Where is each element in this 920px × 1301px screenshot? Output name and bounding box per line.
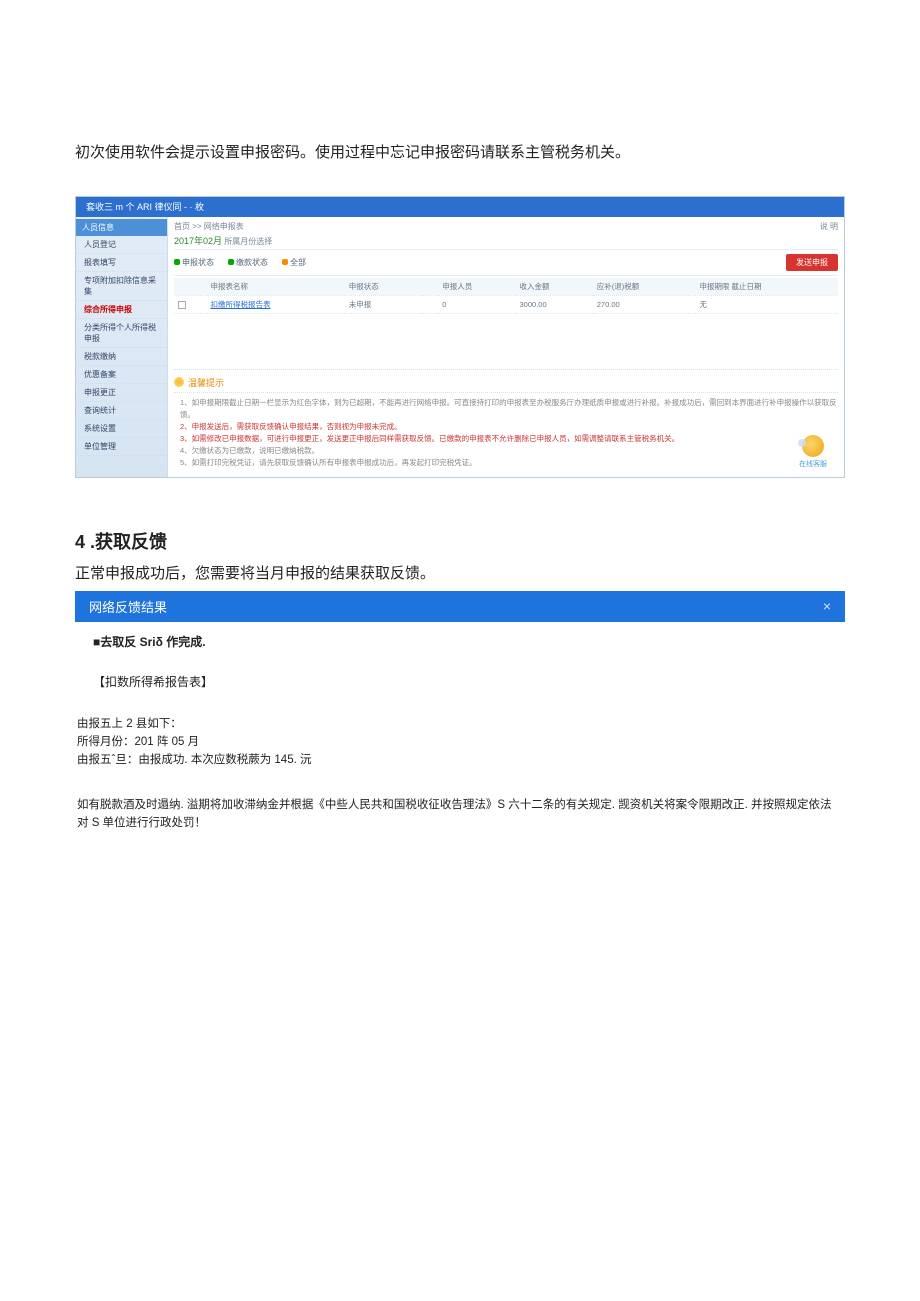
hint-item-5: 5、如需打印完税凭证，请先获取反馈确认所有申报表申报成功后，再发起打印完税凭证。	[174, 457, 838, 469]
sidebar-item-5[interactable]: 税款缴纳	[76, 348, 167, 366]
sidebar-item-3[interactable]: 综合所得申报	[76, 301, 167, 319]
intro-paragraph: 初次使用软件会提示设置申报密码。使用过程中忘记申报密码请联系主管税务机关。	[75, 140, 845, 166]
content-area: 首页 >> 网络申报表 说 明 2017年02月 所属月份选择 申报状态 缴款状…	[168, 217, 844, 477]
row-name-link[interactable]: 扣缴所得税报告表	[211, 300, 271, 309]
sidebar-item-0[interactable]: 人员登记	[76, 236, 167, 254]
th-tax: 应补(退)税额	[593, 278, 696, 296]
feedback-body: ■去取反 Sriδ 作完成. 【扣数所得希报告表】	[75, 622, 845, 693]
row-tax: 270.00	[593, 295, 696, 313]
declare-table: 申报表名称 申报状态 申报人员 收入金额 应补(退)税额 申报期限 截止日期	[174, 278, 838, 314]
orange-dot-icon	[282, 259, 288, 265]
row-people: 0	[438, 295, 515, 313]
th-name: 申报表名称	[207, 278, 345, 296]
period-row: 2017年02月 所属月份选择	[174, 234, 838, 247]
section-4-desc: 正常申报成功后，您需要将当月申报的结果获取反馈。	[75, 562, 845, 583]
hint-list: 1、如申报期限截止日期一栏显示为红色字体，则为已超期，不能再进行网络申报。可直接…	[174, 397, 838, 469]
tax-app-screenshot: 套收三 m 个 ARI 律仪同 - · 枚 人员信息 人员登记 报表填写 专项附…	[75, 196, 845, 478]
hint-item-3: 3、如需修改已申报数据，可进行申报更正，发送更正申报后同样需获取反馈。已缴款的申…	[174, 433, 838, 445]
close-icon[interactable]: ×	[823, 598, 831, 614]
sidebar-item-2[interactable]: 专项附加扣除信息采集	[76, 272, 167, 301]
detail-line-1: 由报五上 2 县如下：	[77, 715, 843, 733]
th-check	[174, 278, 207, 296]
table-row[interactable]: 扣缴所得税报告表 未申报 0 3000.00 270.00 无	[174, 295, 838, 313]
app-title-bar: 套收三 m 个 ARI 律仪同 - · 枚	[76, 197, 844, 217]
row-deadline: 无	[695, 295, 838, 313]
feedback-line-2: 【扣数所得希报告表】	[93, 672, 827, 692]
sidebar-header: 人员信息	[76, 219, 167, 236]
filter-row: 申报状态 缴款状态 全部 发送申报	[174, 249, 838, 276]
hint-item-2: 2、申报发送后，需获取反馈确认申报结果，否则视为申报未完成。	[174, 421, 838, 433]
sidebar-item-10[interactable]: 单位管理	[76, 438, 167, 456]
note-text: 如有脱款酒及时遢纳. 溢期将加收滞纳金并根据《中些人民共和国税收征收告理法》S …	[77, 799, 832, 829]
feedback-bar-title: 网络反馈结果	[89, 597, 167, 616]
breadcrumb: 首页 >> 网络申报表	[174, 221, 244, 232]
section-4-heading: 4 .获取反馈	[75, 528, 845, 554]
th-income: 收入金额	[516, 278, 593, 296]
sidebar: 人员信息 人员登记 报表填写 专项附加扣除信息采集 综合所得申报 分类所得个人所…	[76, 217, 168, 477]
send-declare-button[interactable]: 发送申报	[786, 254, 838, 271]
period-suffix: 所属月份选择	[224, 237, 272, 246]
sidebar-item-1[interactable]: 报表填写	[76, 254, 167, 272]
th-deadline: 申报期限 截止日期	[695, 278, 838, 296]
filter-pay[interactable]: 缴款状态	[228, 257, 268, 268]
detail-line-2: 所得月份：201 阵 05 月	[77, 733, 843, 751]
th-people: 申报人员	[438, 278, 515, 296]
hint-block: 温馨提示 1、如申报期限截止日期一栏显示为红色字体，则为已超期，不能再进行网络申…	[174, 369, 838, 469]
feedback-title-bar: 网络反馈结果 ×	[75, 591, 845, 622]
filter-all[interactable]: 全部	[282, 257, 306, 268]
lightbulb-icon	[174, 377, 184, 387]
note-block: 如有脱款酒及时遢纳. 溢期将加收滞纳金并根据《中些人民共和国税收征收告理法》S …	[75, 796, 845, 833]
green-dot-icon	[228, 259, 234, 265]
hint-title-text: 温馨提示	[188, 376, 224, 389]
th-blank	[422, 278, 438, 296]
hint-title: 温馨提示	[174, 376, 838, 393]
hint-item-4: 4、欠缴状态为已缴款，说明已缴纳税款。	[174, 445, 838, 457]
mascot[interactable]: 在线客服	[796, 429, 830, 469]
green-dot-icon	[174, 259, 180, 265]
filter-pay-label: 缴款状态	[236, 257, 268, 268]
app-title: 套收三 m 个 ARI 律仪同 - · 枚	[86, 200, 204, 213]
filter-status-label: 申报状态	[182, 257, 214, 268]
sidebar-item-4[interactable]: 分类所得个人所得税申报	[76, 319, 167, 348]
mascot-label: 在线客服	[799, 459, 827, 469]
filter-all-label: 全部	[290, 257, 306, 268]
row-checkbox[interactable]	[178, 301, 186, 309]
th-status: 申报状态	[345, 278, 422, 296]
feedback-line-1: ■去取反 Sriδ 作完成.	[93, 632, 827, 652]
filter-status[interactable]: 申报状态	[174, 257, 214, 268]
help-label[interactable]: 说 明	[820, 221, 838, 232]
detail-block: 由报五上 2 县如下： 所得月份：201 阵 05 月 由报五ˆ旦：由报成功. …	[75, 715, 845, 770]
sidebar-item-6[interactable]: 优惠备案	[76, 366, 167, 384]
detail-line-3: 由报五ˆ旦：由报成功. 本次应数税蕨为 145. 沅	[77, 751, 843, 769]
sidebar-item-8[interactable]: 查询统计	[76, 402, 167, 420]
row-income: 3000.00	[516, 295, 593, 313]
bee-icon	[802, 435, 824, 457]
hint-item-1: 1、如申报期限截止日期一栏显示为红色字体，则为已超期，不能再进行网络申报。可直接…	[174, 397, 838, 421]
sidebar-item-9[interactable]: 系统设置	[76, 420, 167, 438]
period-value: 2017年02月	[174, 236, 222, 246]
sidebar-item-7[interactable]: 申报更正	[76, 384, 167, 402]
row-status: 未申报	[345, 295, 422, 313]
